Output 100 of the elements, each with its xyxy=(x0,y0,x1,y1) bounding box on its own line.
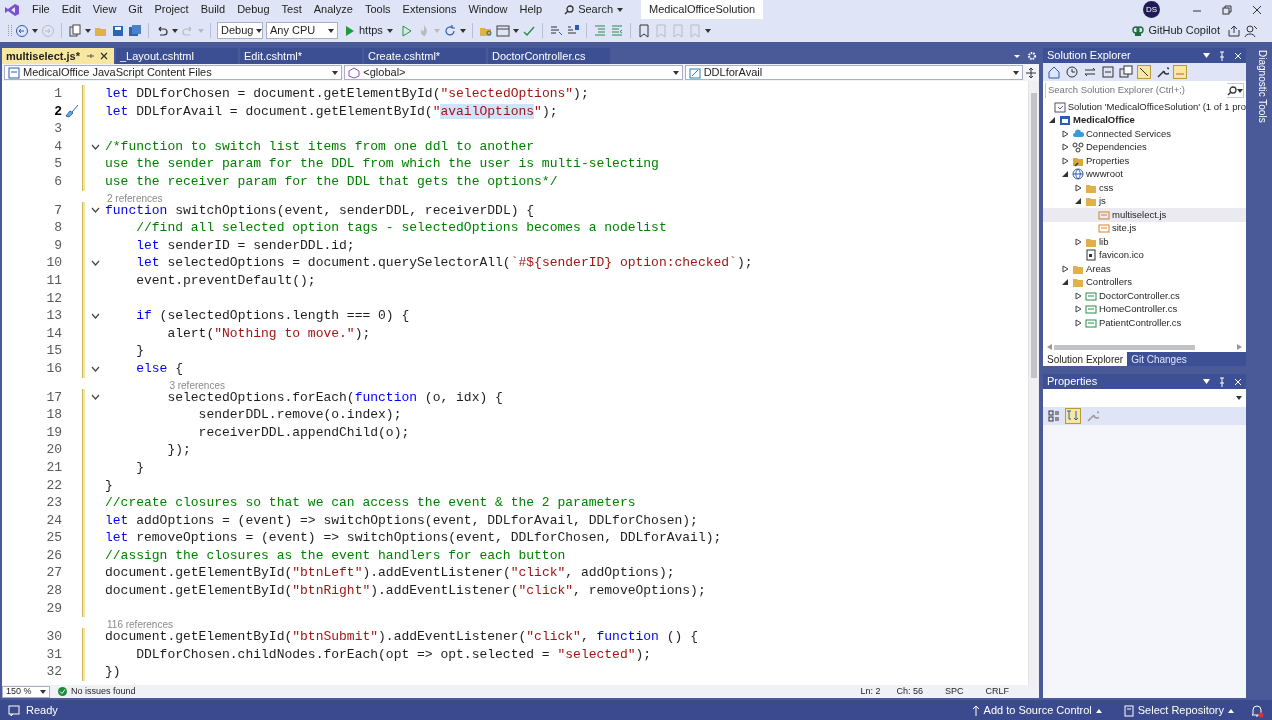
line-number: 18 xyxy=(45,406,63,425)
line-number: 29 xyxy=(45,599,63,618)
code-line: let senderID = senderDDL.id; xyxy=(135,236,355,255)
code-line: alert("Nothing to move."); xyxy=(166,324,371,343)
search-button[interactable]: Search xyxy=(556,1,631,18)
tree-item[interactable]: wwwroot xyxy=(1043,167,1246,181)
tree-item[interactable]: Controllers xyxy=(1043,275,1246,289)
tree-item[interactable]: Areas xyxy=(1043,262,1246,276)
code-line: event.preventDefault(); xyxy=(135,272,316,290)
line-ending[interactable]: CRLF xyxy=(985,684,1009,699)
tree-item[interactable]: js xyxy=(1043,194,1246,208)
tree-item[interactable]: MedicalOffice xyxy=(1043,113,1246,127)
menu-item[interactable]: Extensions xyxy=(396,0,463,19)
line-number: 4 xyxy=(53,137,63,156)
tree-item[interactable]: site.js xyxy=(1043,221,1246,235)
repository-button[interactable]: Select Repository xyxy=(1123,702,1234,719)
tree-item[interactable]: favicon.ico xyxy=(1043,248,1246,262)
panel-title: Properties xyxy=(1047,374,1098,390)
line-number: 19 xyxy=(45,423,63,442)
platform-dropdown[interactable]: Any CPU xyxy=(266,22,338,39)
code-line: let selectedOptions = document.querySelectorAll(`#${senderID} option:checked`); xyxy=(135,254,753,273)
editor-tab[interactable]: Edit.cshtml* xyxy=(240,48,362,64)
status-message: Ready xyxy=(26,703,58,719)
line-number: 7 xyxy=(53,201,63,220)
side-tab[interactable]: Diagnostic Tools xyxy=(1257,50,1268,123)
menu-item[interactable]: Git xyxy=(122,0,149,19)
line-number: 6 xyxy=(53,173,63,191)
codelens-link[interactable]: 116 references xyxy=(107,617,173,629)
menu-item[interactable]: Tools xyxy=(358,0,397,19)
code-line: let removeOptions = (event) => switchOptions(event, DDLforChosen, DDLforAvail); xyxy=(105,529,722,548)
menu-item[interactable]: Test xyxy=(275,0,308,19)
menu-item[interactable]: Build xyxy=(194,0,232,19)
editor-tab[interactable]: _Layout.cshtml xyxy=(116,48,238,64)
tree-item[interactable]: DoctorController.cs xyxy=(1043,289,1246,303)
menu-item[interactable]: Analyze xyxy=(307,0,359,19)
line-position[interactable]: Ln: 2 xyxy=(860,684,881,699)
code-line: //create closures so that we can access the event & the 2 parameters xyxy=(105,494,636,513)
line-number: 30 xyxy=(45,628,63,647)
project-dropdown[interactable]: MedicalOffice JavaScript Content Files xyxy=(4,65,343,80)
code-line: document.getElementById("btnLeft").addEventListener("click", addOptions); xyxy=(105,564,675,583)
source-control-button[interactable]: Add to Source Control xyxy=(971,702,1102,719)
code-line: else { xyxy=(135,359,184,378)
code-line: }); xyxy=(166,441,191,460)
line-number: 31 xyxy=(45,645,63,664)
code-line: if (selectedOptions.length === 0) { xyxy=(135,307,410,326)
line-number: 16 xyxy=(45,359,63,378)
code-line: use the receiver param for the DDL that gets the options*/ xyxy=(105,173,558,191)
line-number: 9 xyxy=(53,236,63,255)
code-line: document.getElementById("btnRight").addEventListener("click", removeOptions); xyxy=(105,582,706,601)
tree-item[interactable]: Solution 'MedicalOfficeSolution' (1 of 1 pro xyxy=(1043,100,1246,114)
panel-title: Solution Explorer xyxy=(1047,48,1131,64)
menu-item[interactable]: Window xyxy=(462,0,514,19)
codelens-link[interactable]: 2 references xyxy=(107,190,163,202)
editor-tab[interactable]: DoctorController.cs xyxy=(488,48,610,64)
configuration-dropdown[interactable]: Debug xyxy=(217,22,263,39)
panel-tab[interactable]: Solution Explorer xyxy=(1043,352,1128,366)
menu-item[interactable]: View xyxy=(86,0,123,19)
zoom-dropdown[interactable]: 150 % xyxy=(2,685,50,698)
codelens-link[interactable]: 3 references xyxy=(169,377,225,389)
search-field[interactable]: Search Solution Explorer (Ctrl+;) xyxy=(1045,83,1244,98)
tree-item[interactable]: PatientController.cs xyxy=(1043,316,1246,330)
line-number: 23 xyxy=(45,494,63,513)
tree-item[interactable]: css xyxy=(1043,181,1246,195)
line-number: 13 xyxy=(45,307,63,326)
menu-item[interactable]: Edit xyxy=(55,0,87,19)
editor-tab[interactable]: Create.cshtml* xyxy=(364,48,486,64)
line-number: 5 xyxy=(53,155,63,174)
menu-item[interactable]: Help xyxy=(513,0,549,19)
whitespace-mode[interactable]: SPC xyxy=(944,684,964,699)
code-line: /*function to switch list items from one ddl to another xyxy=(105,137,535,156)
code-line: senderDDL.remove(o.index); xyxy=(197,406,402,425)
tree-item[interactable]: Dependencies xyxy=(1043,140,1246,154)
copilot-button[interactable]: GitHub Copilot xyxy=(1128,22,1224,39)
issues-status[interactable]: No issues found xyxy=(71,684,136,699)
line-number: 1 xyxy=(53,85,63,104)
column-position[interactable]: Ch: 56 xyxy=(896,684,923,699)
member-dropdown[interactable]: DDLforAvail xyxy=(684,65,1023,80)
code-line: DDLforChosen.childNodes.forEach(opt => opt.selected = "selected"); xyxy=(135,645,652,664)
tree-item[interactable]: Connected Services xyxy=(1043,127,1246,141)
menu-item[interactable]: File xyxy=(26,0,56,19)
run-button[interactable]: https xyxy=(341,22,397,39)
solution-name: MedicalOfficeSolution xyxy=(641,0,764,19)
code-line: selectedOptions.forEach(function (o, idx) { xyxy=(166,389,503,407)
tree-item[interactable]: lib xyxy=(1043,235,1246,249)
menu-item[interactable]: Debug xyxy=(231,0,276,19)
code-line: }) xyxy=(105,663,121,682)
line-number: 32 xyxy=(45,663,63,682)
line-number: 11 xyxy=(45,272,63,290)
user-avatar[interactable]: DS xyxy=(1143,1,1160,18)
scope-dropdown[interactable]: <global> xyxy=(344,65,683,80)
line-number: 20 xyxy=(45,441,63,460)
tree-item[interactable]: Properties xyxy=(1043,154,1246,168)
menu-item[interactable]: Project xyxy=(148,0,195,19)
line-number: 8 xyxy=(53,219,63,238)
code-line: function switchOptions(event, senderDDL, receiverDDL) { xyxy=(105,202,535,220)
code-line: //assign the closures as the event handlers for each button xyxy=(105,546,566,565)
tree-item[interactable]: multiselect.js xyxy=(1043,208,1246,222)
line-number: 26 xyxy=(45,546,63,565)
tree-item[interactable]: HomeController.cs xyxy=(1043,302,1246,316)
editor-tab[interactable]: multiselect.js* xyxy=(2,48,114,64)
